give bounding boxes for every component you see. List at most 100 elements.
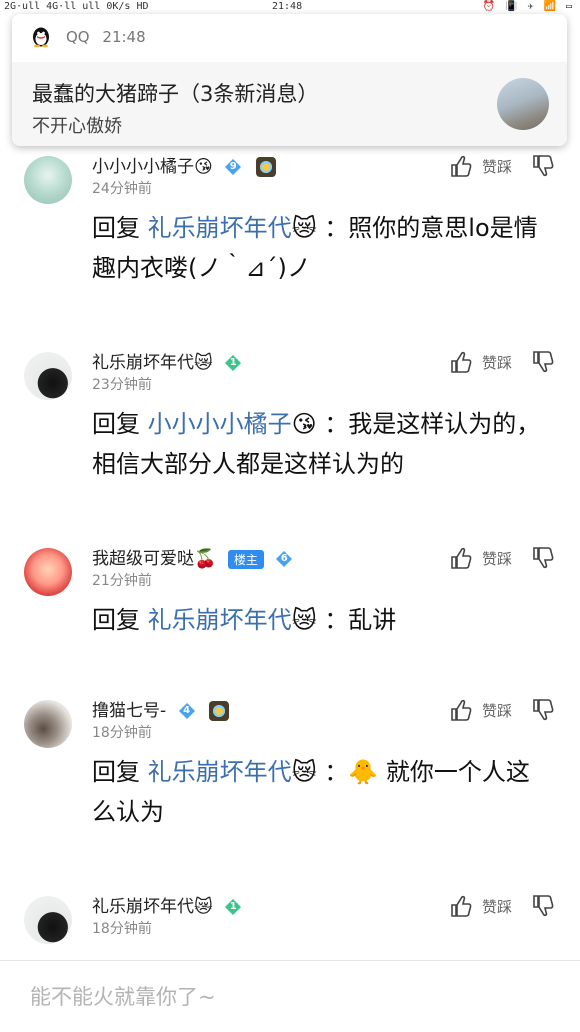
mention-emoji: 😿 [291,606,317,634]
like-dislike-label: 赞踩 [482,896,512,917]
user-emoji: 😘 [194,156,213,178]
comment-text: 回复 小小小小橘子😘 ：我是这样认为的，相信大部分人都是这样认为的 [92,404,552,484]
reply-prefix: 回复 [92,410,140,438]
comment-time: 23分钟前 [92,377,152,393]
thumbs-up-icon[interactable] [450,894,472,918]
level-badge: 6 [275,550,293,568]
comment-time: 18分钟前 [92,725,152,741]
user-avatar[interactable] [24,896,72,944]
dislike-label[interactable]: 踩 [497,702,512,720]
medal-icon [255,157,276,177]
thumbs-down-icon[interactable] [532,546,554,570]
qq-penguin-icon [33,27,49,48]
comment-input-placeholder[interactable]: 能不能火就靠你了~ [30,981,216,1011]
thumbs-down-icon[interactable] [532,350,554,374]
vote-actions: 赞踩 [450,894,554,922]
like-label[interactable]: 赞 [482,158,497,176]
user-emoji: 😿 [194,352,213,374]
comment-header: 小小小小橘子😘 9 [92,152,276,178]
level-number: 1 [229,357,237,368]
comment-header: 礼乐崩坏年代😿 1 [92,348,242,374]
like-dislike-label: 赞踩 [482,352,512,373]
medal-icon [208,701,229,721]
like-dislike-label: 赞踩 [482,700,512,721]
user-avatar[interactable] [24,352,72,400]
user-name[interactable]: 礼乐崩坏年代 [92,353,194,373]
user-name[interactable]: 撸猫七号- [92,701,166,721]
mention-emoji: 😘 [291,410,317,438]
thumbs-down-icon[interactable] [532,698,554,722]
status-bar: 2G·ull 4G·ll ull 0K/s HD 21:48 ⏰ 📳 ✈ 📶 ▭ [0,0,580,14]
notification-body: 最蠢的大猪蹄子（3条新消息） 不开心傲娇 [12,62,567,146]
level-number: 6 [280,553,288,564]
user-emoji: 🍒 [194,548,217,570]
like-label[interactable]: 赞 [482,354,497,372]
user-name[interactable]: 我超级可爱哒 [92,549,194,569]
comment-header: 我超级可爱哒🍒 楼主 6 [92,544,293,570]
thumbs-up-icon[interactable] [450,698,472,722]
user-avatar[interactable] [24,548,72,596]
dislike-label[interactable]: 踩 [497,158,512,176]
status-icons: ⏰ 📳 ✈ 📶 ▭ [482,1,574,12]
notification-app: QQ [66,28,90,46]
level-badge: 4 [178,702,196,720]
dislike-label[interactable]: 踩 [497,898,512,916]
reply-prefix: 回复 [92,606,140,634]
thumbs-up-icon[interactable] [450,154,472,178]
dislike-label[interactable]: 踩 [497,550,512,568]
level-number: 9 [229,161,237,172]
comment-text: 回复 礼乐崩坏年代😿 ：🐥 就你一个人这么认为 [92,752,552,832]
notification-title: 最蠢的大猪蹄子（3条新消息） [32,82,319,106]
vote-actions: 赞踩 [450,154,554,182]
thumbs-down-icon[interactable] [532,894,554,918]
thumbs-up-icon[interactable] [450,546,472,570]
comment-time: 24分钟前 [92,181,152,197]
user-avatar[interactable] [24,700,72,748]
level-badge: 9 [224,158,242,176]
like-dislike-label: 赞踩 [482,548,512,569]
status-clock: 21:48 [272,1,303,12]
like-label[interactable]: 赞 [482,550,497,568]
comment-text: 回复 礼乐崩坏年代😿 ：照你的意思lo是情趣内衣喽(ノ｀⊿´)ノ [92,208,552,288]
status-left: 2G·ull 4G·ll ull 0K/s HD [4,1,149,12]
user-name[interactable]: 礼乐崩坏年代 [92,897,194,917]
reply-prefix: 回复 [92,758,140,786]
mention-link[interactable]: 礼乐崩坏年代 [148,606,292,634]
comment-time: 18分钟前 [92,921,152,937]
reply-text: ：乱讲 [324,606,397,634]
op-badge: 楼主 [227,549,264,569]
comment-header: 礼乐崩坏年代😿 1 [92,892,242,918]
mention-link[interactable]: 小小小小橘子 [148,410,292,438]
notification-meta: QQ 21:48 [66,28,146,46]
level-number: 4 [183,705,191,716]
vote-actions: 赞踩 [450,698,554,726]
like-dislike-label: 赞踩 [482,156,512,177]
like-label[interactable]: 赞 [482,898,497,916]
user-avatar[interactable] [24,156,72,204]
thumbs-down-icon[interactable] [532,154,554,178]
thumbs-up-icon[interactable] [450,350,472,374]
reply-prefix: 回复 [92,214,140,242]
dislike-label[interactable]: 踩 [497,354,512,372]
notification-message: 不开心傲娇 [32,116,122,137]
qq-notification[interactable]: QQ 21:48 最蠢的大猪蹄子（3条新消息） 不开心傲娇 [12,14,567,146]
mention-link[interactable]: 礼乐崩坏年代 [148,214,292,242]
level-badge: 1 [224,898,242,916]
mention-emoji: 😿 [291,758,317,786]
comment-input-bar[interactable]: 能不能火就靠你了~ [0,960,580,1032]
sender-avatar [497,78,549,130]
user-name[interactable]: 小小小小橘子 [92,157,194,177]
comment-header: 撸猫七号- 4 [92,696,229,721]
comment-text: 回复 礼乐崩坏年代😿 ：乱讲 [92,600,552,640]
mention-emoji: 😿 [291,214,317,242]
like-label[interactable]: 赞 [482,702,497,720]
vote-actions: 赞踩 [450,350,554,378]
level-number: 1 [229,901,237,912]
vote-actions: 赞踩 [450,546,554,574]
level-badge: 1 [224,354,242,372]
mention-link[interactable]: 礼乐崩坏年代 [148,758,292,786]
notification-header: QQ 21:48 [12,14,567,62]
user-emoji: 😿 [194,896,213,918]
comment-time: 21分钟前 [92,573,152,589]
notification-time: 21:48 [102,28,146,46]
